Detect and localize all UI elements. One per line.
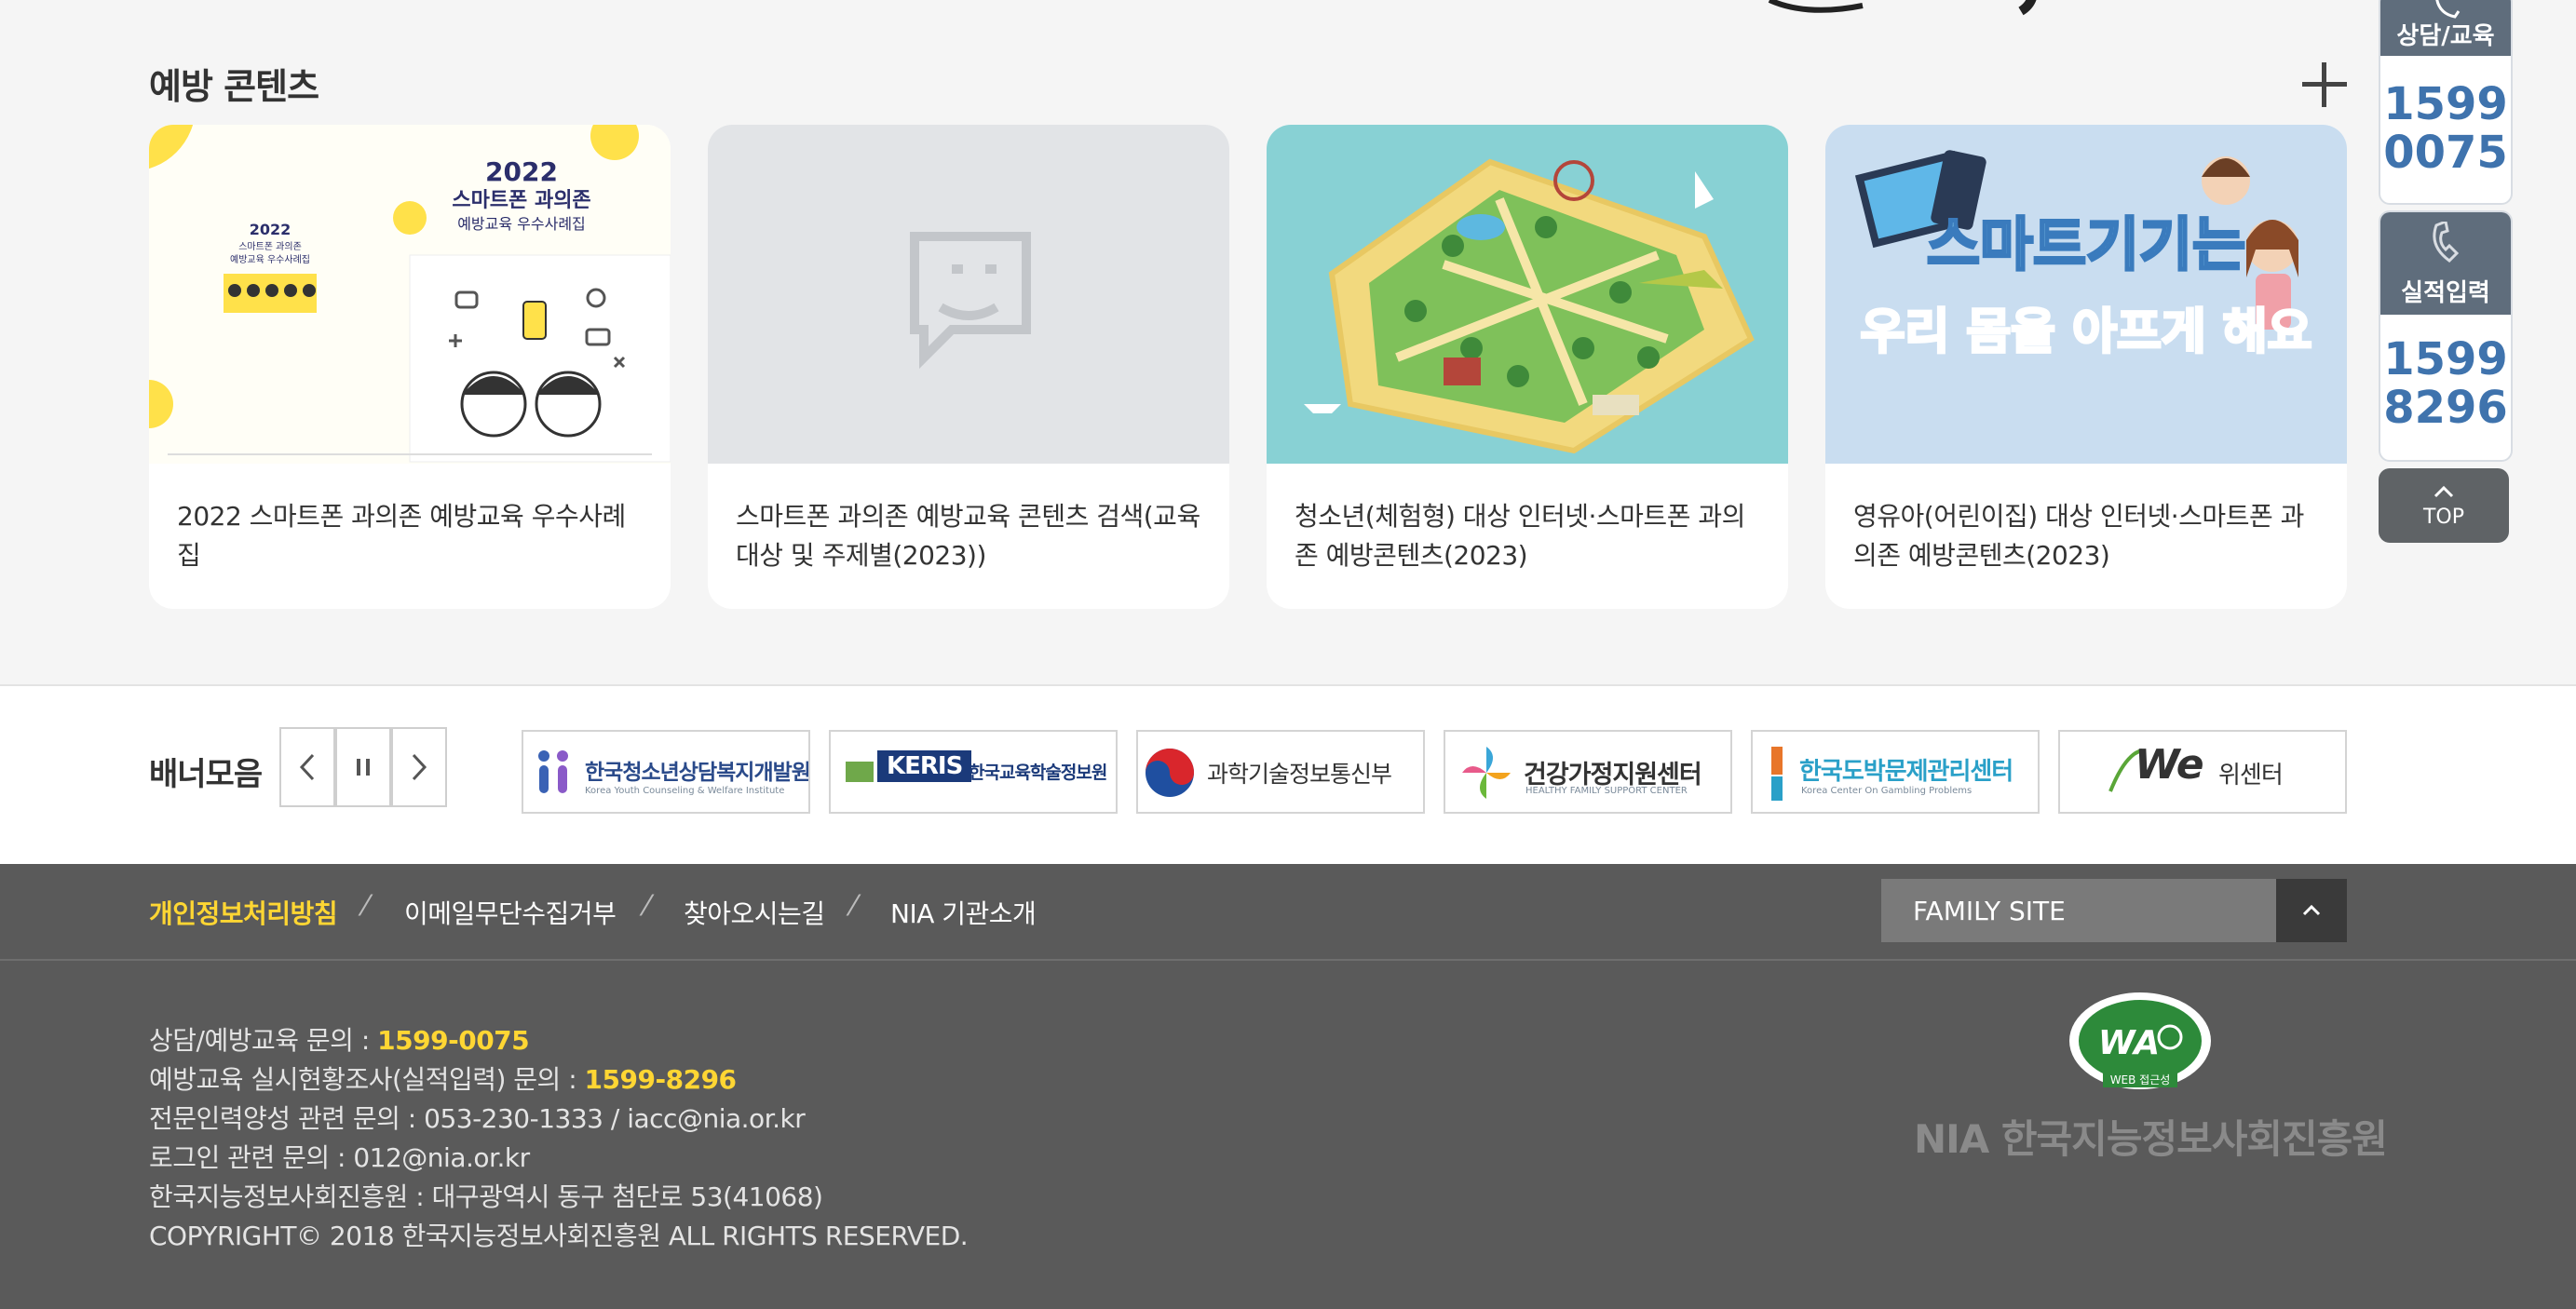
thumb-line1: 스마트기기는 [1927, 210, 2245, 278]
card-caption: 스마트폰 과의존 예방교육 콘텐츠 검색(교육대상 및 주제별(2023)) [736, 501, 1200, 571]
content-card[interactable]: 스마트폰 과의존 예방교육 콘텐츠 검색(교육대상 및 주제별(2023)) [708, 125, 1229, 609]
kyci-logo-icon [538, 750, 568, 793]
footer-separator: ⁄ [644, 890, 650, 923]
content-card[interactable]: 청소년(체험형) 대상 인터넷·스마트폰 과의존 예방콘텐츠(2023) [1267, 125, 1788, 609]
quick-menu-number: 8296 [2383, 382, 2508, 434]
thumb-line2: 우리 몸을 아프게 해요 [1861, 304, 2312, 360]
thumb-small-line1: 스마트폰 과의존 [238, 241, 302, 252]
quick-menu-performance[interactable]: 실적입력 1599 8296 [2379, 210, 2513, 462]
quick-menu-label: 상담/교육 [2396, 22, 2495, 50]
quick-menu-number: 1599 [2383, 333, 2508, 385]
plus-icon[interactable] [2297, 56, 2352, 112]
chevron-up-icon [2302, 904, 2321, 916]
banner-keris[interactable]: KERIS 한국교육학술정보원 [829, 730, 1118, 814]
banner-label: 한국도박문제관리센터 [1799, 758, 2013, 786]
banner-label: We [2135, 741, 2204, 789]
content-card[interactable]: 2022 스마트폰 과의존 예방교육 우수사례집 2022 스마트폰 과의존 예… [149, 125, 671, 609]
taegeuk-icon [1146, 749, 1194, 797]
banner-gambling-center[interactable]: 한국도박문제관리센터 Korea Center On Gambling Prob… [1751, 730, 2040, 814]
footer-info-line: 상담/예방교육 문의 : 1599-0075 [149, 1025, 530, 1056]
footer-info-line: 예방교육 실시현황조사(실적입력) 문의 : 1599-8296 [149, 1064, 737, 1095]
footer-info-line: 한국지능정보사회진흥원 : 대구광역시 동구 첨단로 53(41068) [149, 1181, 823, 1212]
banner-label: KERIS [877, 750, 972, 782]
thumb-small-title: 2022 [250, 221, 291, 238]
banner-prev-button[interactable] [279, 727, 335, 807]
banner-family-center[interactable]: 건강가정지원센터 HEALTHY FAMILY SUPPORT CENTER [1444, 730, 1732, 814]
card-caption: 청소년(체험형) 대상 인터넷·스마트폰 과의존 예방콘텐츠(2023) [1295, 501, 1745, 571]
kcgp-logo-icon [1771, 747, 1783, 801]
footer-separator: ⁄ [363, 890, 369, 923]
nia-logo: NIA 한국지능정보사회진흥원 [1914, 1116, 2388, 1162]
quick-menu-counseling[interactable]: 상담/교육 1599 0075 [2379, 0, 2513, 205]
content-card[interactable]: 스마트기기는 우리 몸을 아프게 해요 영유아(어린이집) 대상 인터넷·스마트… [1825, 125, 2347, 609]
copyright: COPYRIGHT© 2018 한국지능정보사회진흥원 ALL RIGHTS R… [149, 1221, 969, 1251]
phone-number: 1599-0075 [377, 1025, 530, 1056]
family-site-label: FAMILY SITE [1913, 896, 2066, 926]
card-thumbnail-placeholder [708, 125, 1229, 464]
card-thumbnail: 2022 스마트폰 과의존 예방교육 우수사례집 2022 스마트폰 과의존 예… [149, 125, 671, 464]
footer-link-directions[interactable]: 찾아오시는길 [684, 894, 825, 931]
next-icon [412, 753, 427, 781]
card-caption: 영유아(어린이집) 대상 인터넷·스마트폰 과의존 예방콘텐츠(2023) [1853, 501, 2304, 571]
banner-msit[interactable]: 과학기술정보통신부 [1136, 730, 1425, 814]
footer-info-line: 로그인 관련 문의 : 012@nia.or.kr [149, 1142, 530, 1173]
prev-icon [299, 753, 315, 781]
quick-menu-label: 실적입력 [2401, 279, 2490, 307]
quick-menu-number: 0075 [2383, 127, 2508, 179]
banner-label2: 위센터 [2218, 762, 2284, 789]
footer-link-email-refusal[interactable]: 이메일무단수집거부 [404, 894, 617, 931]
banner-next-button[interactable] [391, 727, 447, 807]
banner-title: 배너모음 [149, 756, 263, 793]
banner-sub: HEALTHY FAMILY SUPPORT CENTER [1525, 786, 1688, 796]
banner-label: 한국청소년상담복지개발원 [585, 761, 810, 785]
card-thumbnail [1267, 125, 1788, 464]
phone-icon [2433, 222, 2460, 263]
banner-sub: Korea Center On Gambling Problems [1801, 786, 1973, 796]
footer-link-privacy[interactable]: 개인정보처리방침 [149, 894, 338, 931]
footer-separator: ⁄ [851, 890, 857, 923]
family-site-select[interactable]: FAMILY SITE [1881, 879, 2347, 942]
pause-icon [357, 759, 370, 776]
top-button-label: TOP [2422, 506, 2465, 529]
thumb-small-line2: 예방교육 우수사례집 [230, 254, 310, 265]
card-caption: 2022 스마트폰 과의존 예방교육 우수사례집 [177, 501, 626, 571]
banner-label2: 한국교육학술정보원 [969, 762, 1107, 783]
wa-mark-text: WA [2098, 1024, 2160, 1062]
thumb-line1: 스마트폰 과의존 [452, 189, 590, 212]
section-title: 예방 콘텐츠 [149, 66, 319, 107]
banner-sub: Korea Youth Counseling & Welfare Institu… [585, 786, 785, 796]
chevron-up-icon [2434, 485, 2454, 498]
banner-kyci[interactable]: 한국청소년상담복지개발원 Korea Youth Counseling & We… [522, 730, 810, 814]
thumb-line2: 예방교육 우수사례집 [457, 215, 586, 233]
quick-menu-number: 1599 [2383, 78, 2508, 130]
banner-label: 과학기술정보통신부 [1207, 761, 1392, 788]
thumb-title: 2022 [485, 156, 558, 187]
footer-info-line: 전문인력양성 관련 문의 : 053-230-1333 / iacc@nia.o… [149, 1103, 806, 1134]
top-button[interactable]: TOP [2379, 468, 2509, 543]
wa-mark-caption: WEB 접근성 [2110, 1073, 2171, 1086]
web-accessibility-mark: WA WEB 접근성 [2069, 992, 2211, 1089]
illustration-fragment [1768, 0, 2037, 16]
card-thumbnail: 스마트기기는 우리 몸을 아프게 해요 [1825, 125, 2347, 464]
banner-wee-center[interactable]: We 위센터 [2058, 730, 2347, 814]
pinwheel-icon [1462, 747, 1511, 799]
keris-logo-icon [846, 762, 874, 782]
footer-link-about-nia[interactable]: NIA 기관소개 [890, 894, 1037, 931]
banner-pause-button[interactable] [335, 727, 391, 807]
phone-number: 1599-8296 [584, 1064, 737, 1095]
